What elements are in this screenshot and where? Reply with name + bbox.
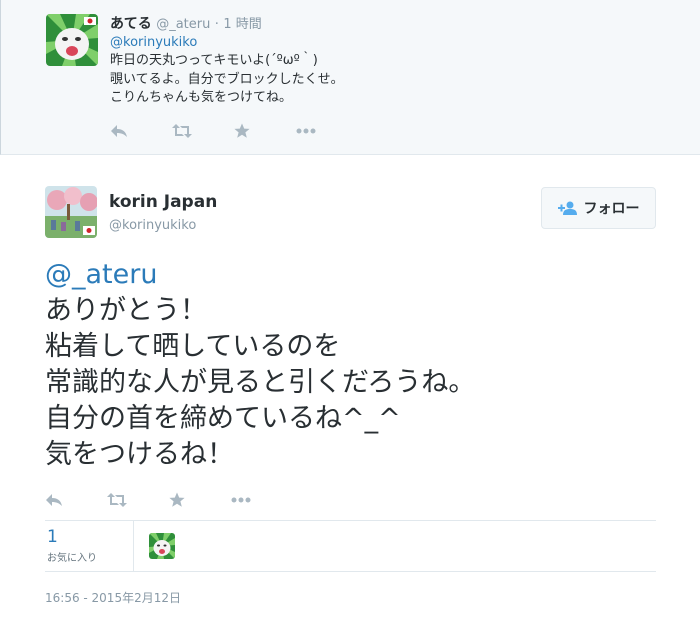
tweet-text-line: ありがとう！ [45,295,207,326]
main-action-bar [45,489,293,511]
reply-separator: · [214,17,219,32]
more-button[interactable] [231,489,293,511]
reply-text-line: 昨日の天丸つってキモいよ(´ºωº｀) [110,53,318,68]
follow-label: フォロー [583,201,640,217]
main-tweet: korin Japan @korinyukiko フォロー @_ateru あり… [0,156,700,638]
author-screenname[interactable]: @korinyukiko [109,218,196,233]
tweet-text-line: 粘着して晒しているのを [45,331,341,362]
more-icon [231,497,251,503]
retweet-icon [172,124,192,138]
favorite-button[interactable] [169,489,231,511]
reply-timestamp[interactable]: 1 時間 [223,17,261,32]
retweet-button[interactable] [172,120,234,142]
more-icon [296,128,316,134]
tweet-text-line: 気をつけるね！ [45,439,234,470]
main-tweet-text: @_ateru ありがとう！ 粘着して晒しているのを 常識的な人が見ると引くだろ… [45,257,475,473]
tweet-stats: 1 お気に入り [45,520,656,572]
reply-tweet-text: 昨日の天丸つってキモいよ(´ºωº｀) 覗いてるよ。自分でブロックしたくせ。 こ… [110,52,344,108]
retweet-icon [107,493,127,507]
star-icon [169,492,185,507]
reply-author-name[interactable]: あてる [110,16,152,32]
tweet-text-line: 常識的な人が見ると引くだろうね。 [45,367,476,398]
favorites-label: お気に入り [47,553,97,564]
more-button[interactable] [296,120,358,142]
reply-icon [111,125,127,137]
retweet-button[interactable] [107,489,169,511]
author-fullname[interactable]: korin Japan [109,192,217,212]
reply-author-handle[interactable]: @_ateru [156,17,210,32]
reply-text-line: こりんちゃんも気をつけてね。 [110,90,293,105]
ateru-avatar[interactable] [46,14,98,66]
reply-button[interactable] [110,120,172,142]
favoriter-avatar[interactable] [149,533,175,559]
reply-text-line: 覗いてるよ。自分でブロックしたくせ。 [110,71,344,87]
reply-tweet: あてる @_ateru · 1 時間 @korinyukiko 昨日の天丸つって… [0,0,700,155]
follow-button[interactable]: フォロー [541,187,656,229]
reply-header: あてる @_ateru · 1 時間 [110,13,262,33]
star-icon [234,123,250,138]
tweet-timestamp[interactable]: 16:56 - 2015年2月12日 [45,589,181,606]
korin-avatar[interactable] [45,186,97,238]
reply-mention-link[interactable]: @korinyukiko [110,35,197,50]
favorite-button[interactable] [234,120,296,142]
reply-button[interactable] [45,489,107,511]
main-mention-link[interactable]: @_ateru [45,257,475,293]
favorites-stat[interactable]: 1 お気に入り [45,521,134,571]
add-user-icon [557,201,577,215]
reply-icon [46,494,62,506]
tweet-text-line: 自分の首を締めているね^_^ [45,403,401,434]
reply-action-bar [110,120,358,142]
favorites-count[interactable]: 1 [47,527,58,547]
